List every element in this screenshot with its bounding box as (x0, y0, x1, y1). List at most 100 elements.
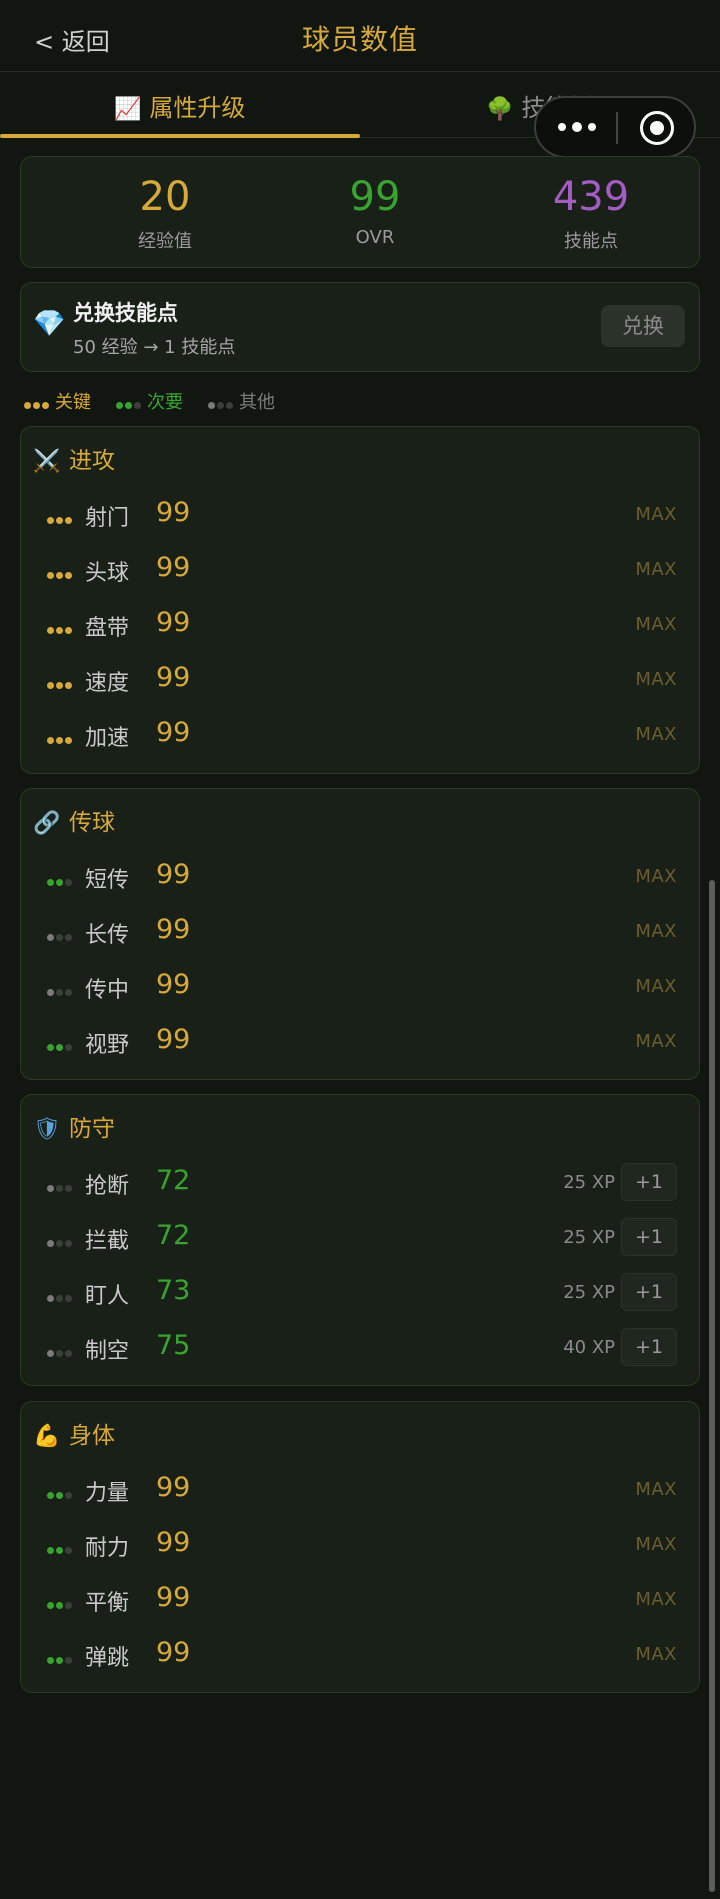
tier-dots (47, 619, 74, 638)
upgrade-button[interactable]: +1 (621, 1273, 677, 1311)
attribute-name: 弹跳 (85, 1646, 130, 1671)
attribute-row: 加速 99 MAX (21, 709, 701, 759)
max-badge: MAX (635, 1534, 677, 1555)
tier-dots (47, 729, 74, 748)
stat-label: OVR (355, 227, 395, 248)
tier-dots (47, 1177, 74, 1196)
tier-dots (47, 1539, 74, 1558)
attribute-name: 制空 (85, 1339, 130, 1364)
attribute-row: 视野 99 MAX (21, 1016, 701, 1066)
section-passing: 🔗 传球 短传 99 MAX 长传 99 MAX 传中 99 MAX 视野 99 MAX (20, 788, 700, 1080)
attribute-name: 速度 (85, 671, 130, 696)
tier-dots (47, 871, 74, 890)
attribute-name: 拦截 (85, 1229, 130, 1254)
stat-label: 技能点 (564, 231, 618, 252)
section-physical: 💪 身体 力量 99 MAX 耐力 99 MAX 平衡 99 MAX 弹跳 99 MAX (20, 1401, 700, 1693)
attribute-row: 长传 99 MAX (21, 906, 701, 956)
attribute-name: 射门 (85, 506, 130, 531)
close-target-icon[interactable] (640, 111, 674, 145)
attribute-value: 99 (156, 607, 191, 638)
attribute-value: 99 (156, 1024, 191, 1055)
stat-value: 439 (552, 174, 630, 220)
xp-cost: 25 XP (563, 1227, 615, 1248)
max-badge: MAX (635, 669, 677, 690)
attribute-name: 盯人 (85, 1284, 130, 1309)
tier-dots (47, 1232, 74, 1251)
attribute-name: 抢断 (85, 1174, 130, 1199)
attribute-value: 72 (156, 1165, 191, 1196)
attribute-value: 99 (156, 717, 191, 748)
xp-cost: 25 XP (563, 1282, 615, 1303)
upgrade-button[interactable]: +1 (621, 1328, 677, 1366)
attribute-row: 耐力 99 MAX (21, 1519, 701, 1569)
attribute-value: 99 (156, 1582, 191, 1613)
capsule-divider (616, 112, 618, 144)
upgrade-button[interactable]: +1 (621, 1163, 677, 1201)
max-badge: MAX (635, 614, 677, 635)
xp-cost: 25 XP (563, 1172, 615, 1193)
shield-icon: 🛡 (33, 1117, 61, 1142)
attribute-row: 抢断 72 25 XP +1 (21, 1157, 701, 1207)
section-title-label: 身体 (69, 1423, 115, 1449)
top-bar: < 返回 球员数值 (0, 0, 720, 72)
tier-dots (47, 981, 74, 1000)
scrollbar[interactable] (709, 880, 715, 1892)
max-badge: MAX (635, 866, 677, 887)
tier-dots (47, 926, 74, 945)
attribute-row: 盘带 99 MAX (21, 599, 701, 649)
tab-label: 属性升级 (149, 94, 246, 122)
attribute-value: 99 (156, 1637, 191, 1668)
tier-dots (47, 1484, 74, 1503)
tier-dots (47, 1594, 74, 1613)
attribute-value: 99 (156, 552, 191, 583)
max-badge: MAX (635, 976, 677, 997)
exchange-button[interactable]: 兑换 (601, 305, 685, 347)
attribute-name: 耐力 (85, 1536, 130, 1561)
more-icon[interactable] (558, 116, 600, 138)
attribute-value: 99 (156, 662, 191, 693)
attribute-name: 平衡 (85, 1591, 130, 1616)
max-badge: MAX (635, 724, 677, 745)
max-badge: MAX (635, 1589, 677, 1610)
max-badge: MAX (635, 1479, 677, 1500)
stats-card: 20 经验值 99 OVR 439 技能点 (20, 156, 700, 268)
page-title: 球员数值 (301, 23, 418, 56)
tier-dots (47, 674, 74, 693)
gem-icon: 💎 (33, 309, 66, 339)
max-badge: MAX (635, 559, 677, 580)
tier-dots (24, 393, 51, 414)
stat-ovr: 99 OVR (275, 175, 475, 248)
attribute-value: 99 (156, 1527, 191, 1558)
tier-dots (116, 393, 143, 414)
legend-key: 关键 (24, 388, 91, 414)
attribute-name: 视野 (85, 1033, 130, 1058)
active-tab-indicator (0, 134, 360, 138)
max-badge: MAX (635, 504, 677, 525)
upgrade-button[interactable]: +1 (621, 1218, 677, 1256)
legend-label: 次要 (147, 392, 183, 413)
attribute-row: 传中 99 MAX (21, 961, 701, 1011)
attribute-name: 长传 (85, 923, 130, 948)
flexed-bicep-icon: 💪 (33, 1424, 61, 1449)
attribute-row: 头球 99 MAX (21, 544, 701, 594)
attribute-row: 拦截 72 25 XP +1 (21, 1212, 701, 1262)
attribute-name: 盘带 (85, 616, 130, 641)
legend-other: 其他 (208, 388, 275, 414)
attribute-row: 射门 99 MAX (21, 489, 701, 539)
attribute-row: 弹跳 99 MAX (21, 1629, 701, 1679)
attribute-row: 盯人 73 25 XP +1 (21, 1267, 701, 1317)
section-title: 🔗 传球 (33, 803, 115, 837)
attribute-name: 传中 (85, 978, 130, 1003)
section-title: 🛡 防守 (33, 1109, 115, 1143)
chart-up-icon: 📈 (114, 97, 142, 122)
tab-attribute-upgrade[interactable]: 📈 属性升级 (114, 88, 245, 123)
attribute-row: 速度 99 MAX (21, 654, 701, 704)
section-title-label: 防守 (69, 1116, 115, 1142)
attribute-value: 75 (156, 1330, 191, 1361)
max-badge: MAX (635, 1031, 677, 1052)
section-defense: 🛡 防守 抢断 72 25 XP +1 拦截 72 25 XP +1 盯人 73 25 XP +1 … (20, 1094, 700, 1386)
tier-dots (47, 1342, 74, 1361)
attribute-row: 平衡 99 MAX (21, 1574, 701, 1624)
section-title: ⚔️ 进攻 (33, 441, 115, 475)
attribute-value: 99 (156, 497, 191, 528)
